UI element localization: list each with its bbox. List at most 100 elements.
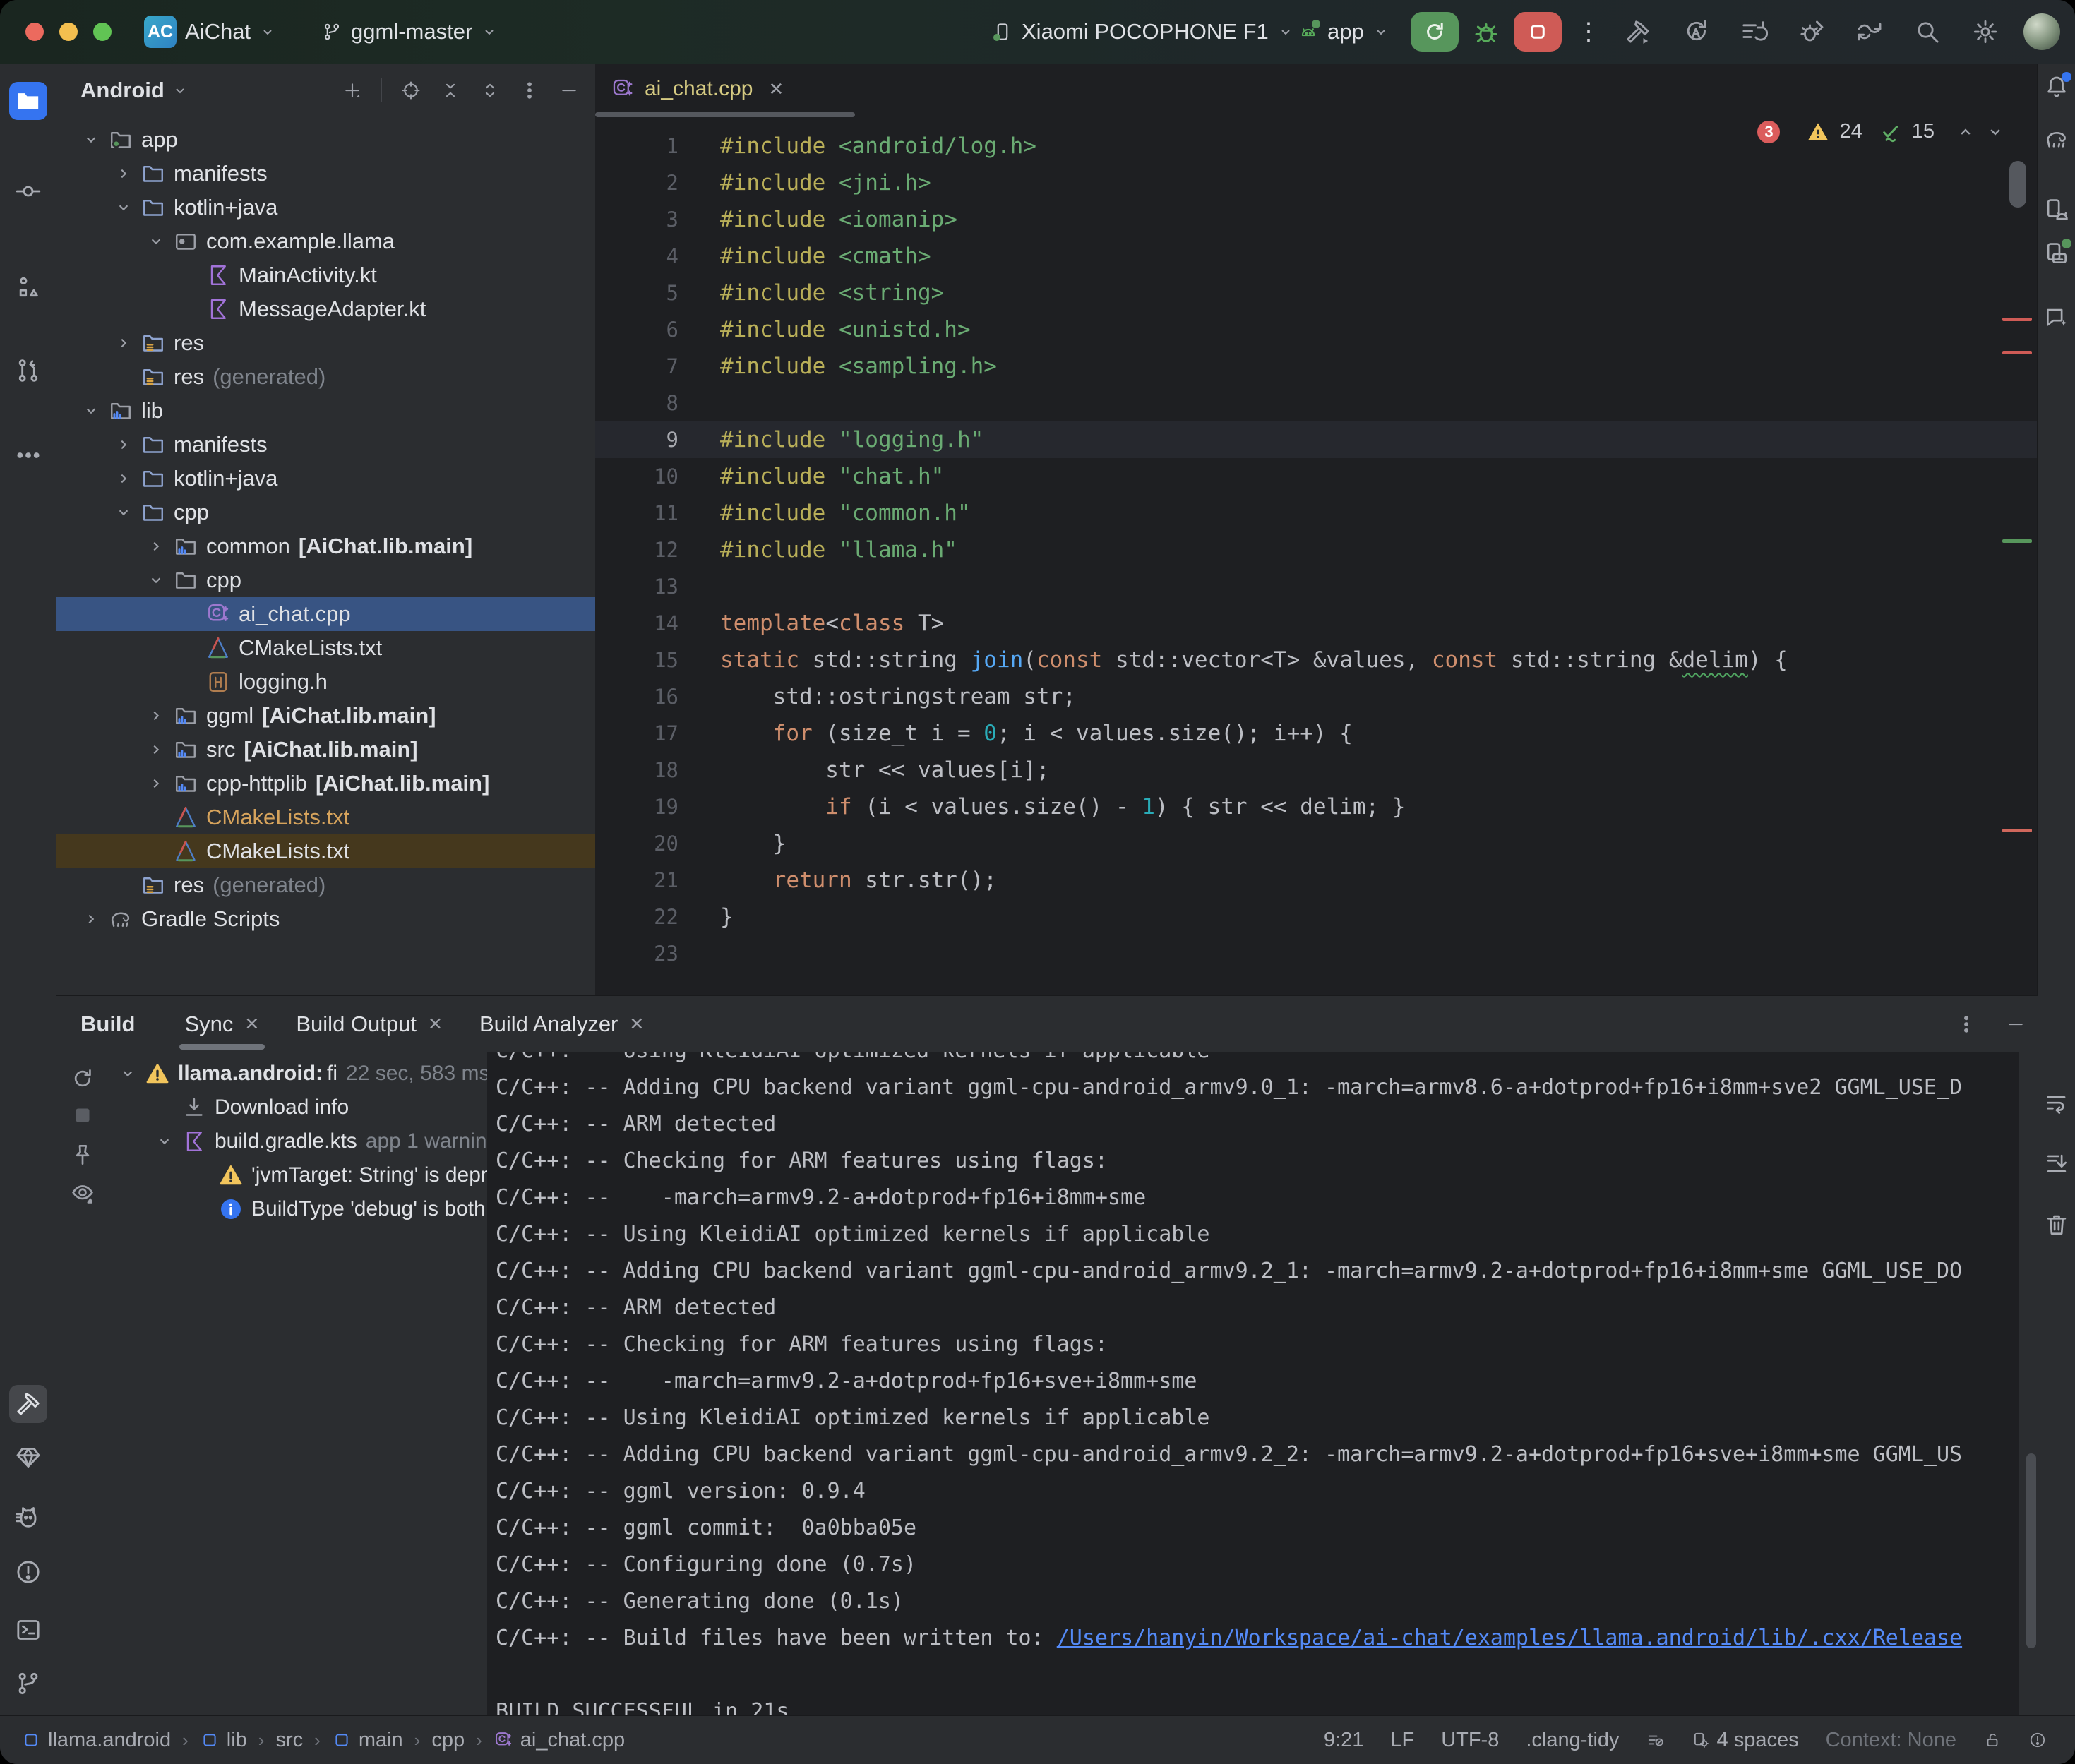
tree-item-gradle-scripts[interactable]: Gradle Scripts xyxy=(56,902,595,936)
tree-item-manifests[interactable]: manifests xyxy=(56,157,595,191)
code-line-7[interactable]: 7#include <sampling.h> xyxy=(595,348,2038,385)
close-tab-icon[interactable]: ✕ xyxy=(428,1014,443,1035)
code-line-19[interactable]: 19 if (i < values.size() - 1) { str << d… xyxy=(595,788,2038,825)
breadcrumb-lib[interactable]: lib xyxy=(200,1729,247,1752)
build-output-link[interactable]: /Users/hanyin/Workspace/ai-chat/examples… xyxy=(1057,1626,1962,1650)
chevron-right-icon[interactable] xyxy=(143,707,169,725)
minimize-window-button[interactable] xyxy=(59,23,78,41)
build-options-button[interactable] xyxy=(1956,1014,1977,1035)
code-line-15[interactable]: 15static std::string join(const std::vec… xyxy=(595,642,2038,678)
tree-item-lib[interactable]: lib xyxy=(56,394,595,428)
tree-item-cpp[interactable]: cpp xyxy=(56,496,595,529)
tree-item-com-example-llama[interactable]: com.example.llama xyxy=(56,224,595,258)
tree-item-res[interactable]: res(generated) xyxy=(56,360,595,394)
tab-scrollbar[interactable] xyxy=(595,112,855,117)
apply-code-changes-button[interactable] xyxy=(1740,18,1768,46)
tree-item-jvmtarget-string-is-deprec[interactable]: 'jvmTarget: String' is deprec xyxy=(107,1158,487,1192)
chevron-down-icon[interactable] xyxy=(143,232,169,251)
project-widget[interactable]: AC AiChat xyxy=(144,16,276,48)
filter-button[interactable] xyxy=(68,1178,97,1208)
re-sync-button[interactable] xyxy=(68,1064,97,1093)
chevron-down-icon[interactable] xyxy=(151,1132,178,1151)
breadcrumb-ai-chat-cpp[interactable]: ai_chat.cpp xyxy=(494,1729,625,1752)
breadcrumb-llama-android[interactable]: llama.android xyxy=(21,1729,171,1752)
hide-build-panel-button[interactable] xyxy=(2005,1014,2026,1035)
rerun-button[interactable] xyxy=(1411,12,1459,52)
chevron-down-icon[interactable] xyxy=(114,1064,141,1083)
code-line-3[interactable]: 3#include <iomanip> xyxy=(595,201,2038,238)
running-devices-button[interactable] xyxy=(2040,237,2073,270)
code-line-22[interactable]: 22} xyxy=(595,899,2038,935)
chevron-right-icon[interactable] xyxy=(110,436,137,454)
add-button[interactable] xyxy=(342,80,363,101)
tree-item-messageadapter-kt[interactable]: MessageAdapter.kt xyxy=(56,292,595,326)
build-tab-sync[interactable]: Sync✕ xyxy=(167,996,278,1052)
tree-item-mainactivity-kt[interactable]: MainActivity.kt xyxy=(56,258,595,292)
error-analysis-widget[interactable] xyxy=(2028,1731,2047,1749)
context-widget[interactable]: Context: None xyxy=(1826,1729,1956,1752)
locate-file-button[interactable] xyxy=(400,80,421,101)
tree-item-buildtype-debug-is-both-de[interactable]: BuildType 'debug' is both de xyxy=(107,1192,487,1226)
editor-scrollbar[interactable] xyxy=(2009,161,2026,208)
stop-sync-button[interactable] xyxy=(68,1100,97,1130)
search-everywhere-button[interactable] xyxy=(1913,18,1942,46)
code-line-5[interactable]: 5#include <string> xyxy=(595,275,2038,311)
panel-options-button[interactable] xyxy=(519,80,540,101)
gemini-chat-button[interactable] xyxy=(2040,302,2073,335)
tree-item-cmakelists-txt[interactable]: CMakeLists.txt xyxy=(56,631,595,665)
chevron-down-icon[interactable] xyxy=(110,198,137,217)
code-line-13[interactable]: 13 xyxy=(595,568,2038,605)
code-line-6[interactable]: 6#include <unistd.h> xyxy=(595,311,2038,348)
tree-item-res[interactable]: res(generated) xyxy=(56,868,595,902)
run-config-selector[interactable]: app xyxy=(1298,0,1389,64)
build-console[interactable]: C/C++: -- Using KleidiAI optimized kerne… xyxy=(487,1052,2019,1716)
caret-position[interactable]: 9:21 xyxy=(1324,1729,1363,1752)
collapse-all-button[interactable] xyxy=(479,80,501,101)
code-line-17[interactable]: 17 for (size_t i = 0; i < values.size();… xyxy=(595,715,2038,752)
tree-item-download-info[interactable]: Download info xyxy=(107,1091,487,1124)
read-write-lock[interactable] xyxy=(1983,1731,2002,1749)
code-line-12[interactable]: 12#include "llama.h" xyxy=(595,532,2038,568)
breadcrumb-main[interactable]: main xyxy=(332,1729,403,1752)
tree-item-kotlin-java[interactable]: kotlin+java xyxy=(56,191,595,224)
scroll-to-end-button[interactable] xyxy=(2040,1148,2073,1180)
tree-item-cpp[interactable]: cpp xyxy=(56,563,595,597)
stripe-mark[interactable] xyxy=(2002,829,2032,832)
editor[interactable]: ai_chat.cpp ✕ 3 24 15 1#include <android… xyxy=(595,64,2038,995)
console-scrollbar[interactable] xyxy=(2026,1453,2036,1648)
code-line-1[interactable]: 1#include <android/log.h> xyxy=(595,128,2038,164)
code-line-23[interactable]: 23 xyxy=(595,935,2038,972)
code-line-18[interactable]: 18 str << values[i]; xyxy=(595,752,2038,788)
tree-item-app[interactable]: app xyxy=(56,123,595,157)
close-window-button[interactable] xyxy=(25,23,44,41)
chevron-right-icon[interactable] xyxy=(143,740,169,759)
code-line-9[interactable]: 9#include "logging.h" xyxy=(595,421,2038,458)
notifications-button[interactable] xyxy=(2040,71,2073,103)
tree-item-manifests[interactable]: manifests xyxy=(56,428,595,462)
code-style-config[interactable]: .clang-tidy xyxy=(1526,1729,1619,1752)
stripe-mark[interactable] xyxy=(2002,318,2032,321)
debug-button[interactable] xyxy=(1471,17,1501,47)
chevron-right-icon[interactable] xyxy=(110,469,137,488)
build-tab-build-analyzer[interactable]: Build Analyzer✕ xyxy=(461,996,662,1052)
tree-item-ai-chat-cpp[interactable]: ai_chat.cpp xyxy=(56,597,595,631)
kebab-icon[interactable]: ⋮ xyxy=(1574,18,1603,46)
soft-wrap-button[interactable] xyxy=(2040,1087,2073,1120)
code-line-14[interactable]: 14template<class T> xyxy=(595,605,2038,642)
tree-item-build-gradle-kts[interactable]: build.gradle.ktsapp 1 warning xyxy=(107,1124,487,1158)
tab-ai-chat-cpp[interactable]: ai_chat.cpp ✕ xyxy=(595,64,799,114)
indent-widget[interactable]: 4 spaces xyxy=(1692,1729,1799,1752)
device-selector[interactable]: Xiaomi POCOPHONE F1 xyxy=(992,0,1294,64)
structure-tool-button[interactable] xyxy=(9,268,47,306)
close-tab-icon[interactable]: ✕ xyxy=(244,1014,259,1035)
device-manager-button[interactable] xyxy=(2040,193,2073,226)
chevron-right-icon[interactable] xyxy=(110,164,137,183)
code-line-8[interactable]: 8 xyxy=(595,385,2038,421)
stripe-mark[interactable] xyxy=(2002,351,2032,354)
pin-tab-button[interactable] xyxy=(68,1140,97,1170)
code-line-21[interactable]: 21 return str.str(); xyxy=(595,862,2038,899)
chevron-down-icon[interactable] xyxy=(110,503,137,522)
tree-item-kotlin-java[interactable]: kotlin+java xyxy=(56,462,595,496)
tree-item-logging-h[interactable]: logging.h xyxy=(56,665,595,699)
apply-changes-button[interactable] xyxy=(1682,18,1710,46)
